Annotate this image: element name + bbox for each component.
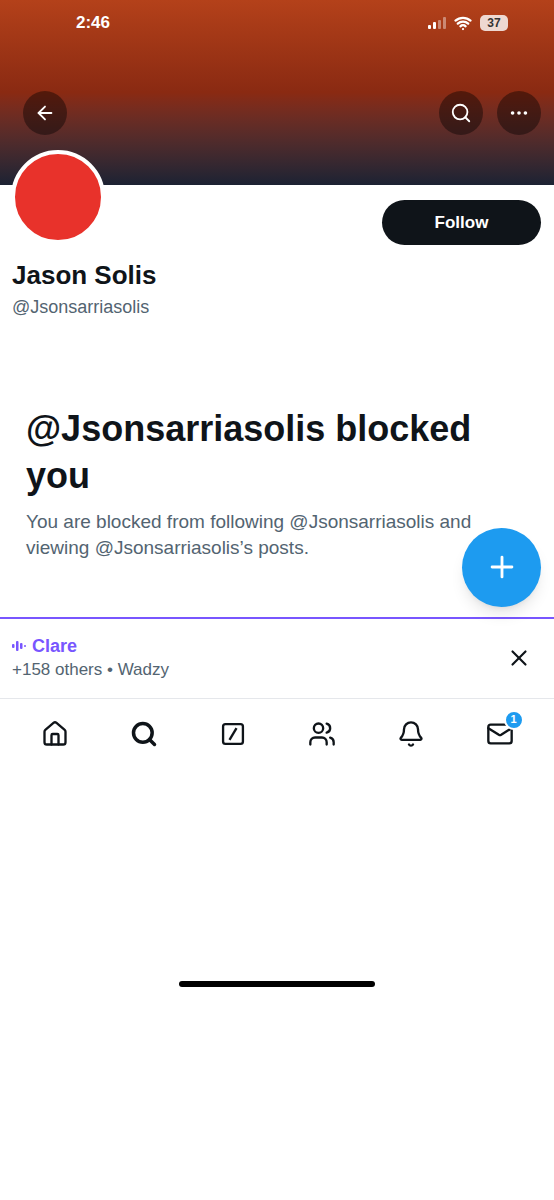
header-actions [439, 91, 541, 135]
profile-header: Follow [0, 185, 554, 245]
space-info: Clare+158 others • Wadzy [12, 634, 169, 682]
space-bar[interactable]: Clare+158 others • Wadzy [0, 617, 554, 699]
blocked-title: @Jsonsarriasolis blocked you [26, 405, 534, 499]
bell-icon [397, 720, 425, 748]
status-bar: 2:46 37 [0, 0, 554, 46]
nav-item[interactable] [27, 706, 83, 762]
avatar[interactable] [11, 150, 105, 244]
wifi-icon [454, 14, 472, 32]
profile-content: Follow Jason Solis @Jsonsarriasolis @Jsonsa… [0, 185, 554, 617]
battery: 37 [480, 15, 508, 31]
app: 2:46 37 Follow Jason Solis @Jsonsarriasolis @… [0, 0, 554, 1200]
close-space-button[interactable] [502, 641, 536, 675]
home-icon [41, 720, 69, 748]
back-arrow-icon [34, 102, 56, 124]
plus-icon [485, 550, 519, 584]
battery-level: 37 [487, 17, 500, 29]
nav-item[interactable] [383, 706, 439, 762]
search-icon [130, 720, 158, 748]
nav-item[interactable] [294, 706, 350, 762]
nav-item[interactable] [116, 706, 172, 762]
search-button[interactable] [439, 91, 483, 135]
status-time: 2:46 [76, 10, 110, 36]
grok-icon [219, 720, 247, 748]
home-indicator-area [0, 769, 554, 1200]
close-icon [506, 645, 532, 671]
space-listeners: +158 others • Wadzy [12, 658, 169, 682]
compose-fab[interactable] [462, 528, 541, 607]
profile-name: Jason Solis [12, 259, 542, 291]
more-icon [508, 102, 530, 124]
profile-names: Jason Solis @Jsonsarriasolis [0, 259, 554, 319]
profile-handle: @Jsonsarriasolis [12, 295, 542, 319]
signal-icon [428, 17, 446, 29]
nav-badge: 1 [504, 710, 524, 730]
space-host: Clare [12, 634, 169, 658]
status-icons: 37 [428, 14, 508, 32]
blocked-message: You are blocked from following @Jsonsarr… [26, 509, 534, 561]
communities-icon [308, 720, 336, 748]
nav-item[interactable]: 1 [472, 706, 528, 762]
home-indicator [179, 981, 375, 987]
search-icon [450, 102, 472, 124]
bottom-nav: 1 [0, 699, 554, 769]
space-host-name: Clare [32, 634, 77, 658]
blocked-notice: @Jsonsarriasolis blocked you You are bloc… [0, 405, 554, 561]
follow-button[interactable]: Follow [382, 200, 541, 245]
spaces-icon [12, 640, 26, 652]
back-button[interactable] [23, 91, 67, 135]
nav-item[interactable] [205, 706, 261, 762]
more-button[interactable] [497, 91, 541, 135]
